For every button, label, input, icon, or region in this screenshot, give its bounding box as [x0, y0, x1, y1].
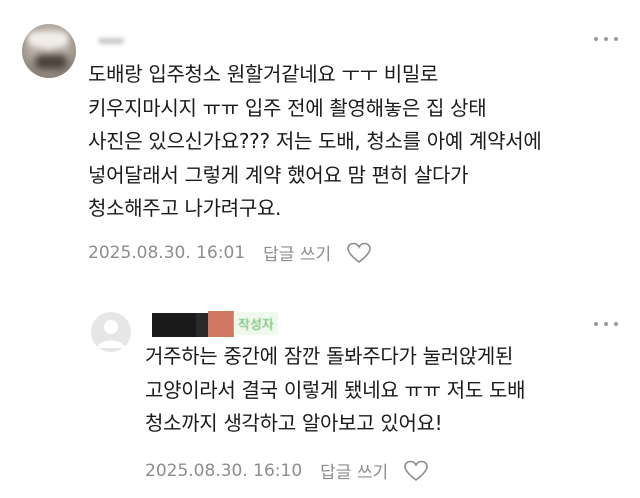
commenter-name-redacted	[98, 38, 124, 44]
more-options-icon[interactable]	[594, 35, 618, 43]
reply-text: 거주하는 중간에 잠깐 돌봐주다가 눌러앉게된 고양이라서 결국 이렇게 됐네요…	[145, 344, 526, 435]
heart-icon[interactable]	[347, 242, 371, 264]
more-options-icon[interactable]	[594, 320, 618, 328]
comment-date: 2025.08.30. 16:01	[88, 242, 246, 263]
comment-text: 도배랑 입주청소 원할거같네요 ㅜㅜ 비밀로 키우지마시지 ㅠㅠ 입주 전에 촬…	[88, 62, 542, 220]
comment-meta: 2025.08.30. 16:01 답글 쓰기	[88, 240, 371, 265]
commenter-avatar[interactable]	[22, 24, 76, 78]
author-badge: 작성자	[234, 312, 278, 335]
heart-icon[interactable]	[404, 460, 428, 482]
reply-button[interactable]: 답글 쓰기	[320, 458, 388, 483]
reply-button[interactable]: 답글 쓰기	[263, 240, 331, 265]
reply-meta: 2025.08.30. 16:10 답글 쓰기	[145, 458, 428, 483]
default-profile-icon[interactable]	[91, 312, 131, 352]
reply-date: 2025.08.30. 16:10	[145, 460, 303, 481]
reply-author-name-redacted	[152, 311, 234, 337]
